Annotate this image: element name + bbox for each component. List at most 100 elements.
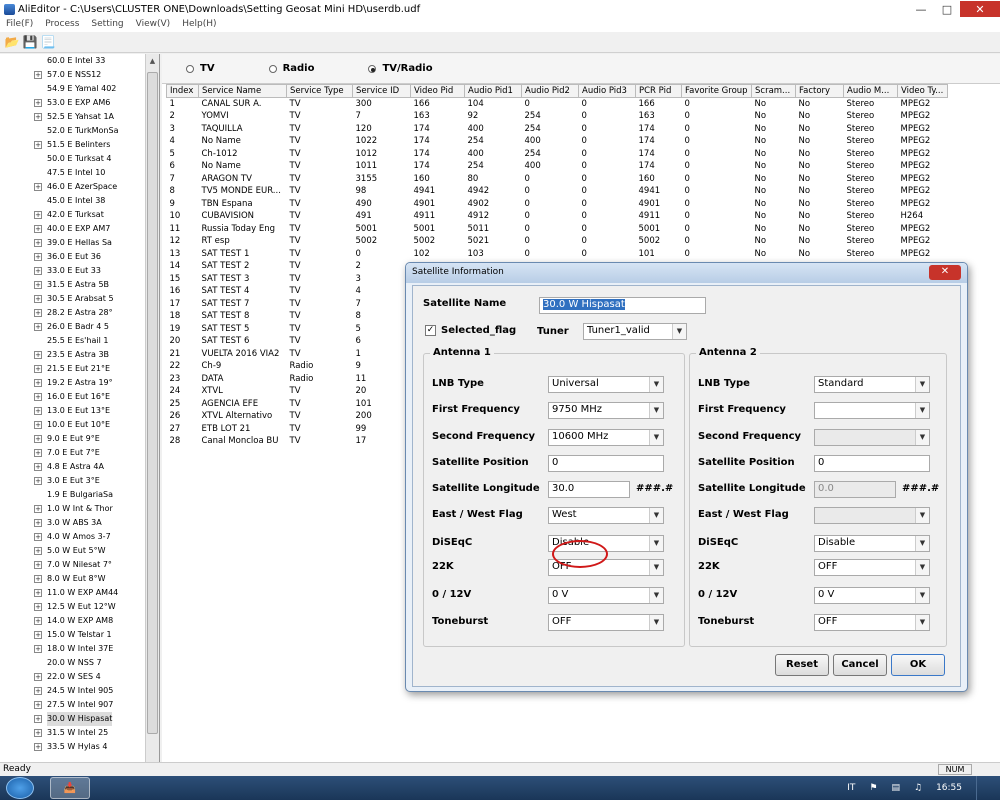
table-row[interactable]: 3 TAQUILLA TV 120 174 400 254 0 174 0 No No Stereo MP… [167, 123, 948, 136]
clock[interactable]: 16:55 [936, 783, 962, 793]
chevron-down-icon[interactable]: ▼ [649, 377, 663, 392]
expand-icon[interactable]: + [34, 211, 42, 219]
expand-icon[interactable]: + [34, 519, 42, 527]
table-row[interactable]: 7 ARAGON TV TV 3155 160 80 0 0 160 0 No No Stereo MPE… [167, 173, 948, 186]
expand-icon[interactable]: + [34, 183, 42, 191]
menu-file[interactable]: File(F) [0, 18, 39, 32]
table-row[interactable]: 6 No Name TV 1011 174 254 400 0 174 0 No No Stereo MP… [167, 160, 948, 173]
start-button[interactable] [6, 777, 34, 799]
tree-item[interactable]: +9.0 E Eut 9°E [0, 432, 159, 446]
reset-button[interactable]: Reset [775, 654, 829, 676]
toneburst-select[interactable]: OFF ▼ [814, 614, 930, 631]
tree-item[interactable]: +42.0 E Turksat [0, 208, 159, 222]
tree-item[interactable]: +30.5 E Arabsat 5 [0, 292, 159, 306]
expand-icon[interactable]: + [34, 743, 42, 751]
tree-item[interactable]: 60.0 E Intel 33 [0, 54, 159, 68]
k22-select[interactable]: OFF ▼ [814, 559, 930, 576]
expand-icon[interactable]: + [34, 309, 42, 317]
expand-icon[interactable]: + [34, 421, 42, 429]
column-header[interactable]: Index [166, 84, 199, 98]
first-freq-select[interactable]: ▼ [814, 402, 930, 419]
v12-select[interactable]: 0 V ▼ [548, 587, 664, 604]
chevron-down-icon[interactable]: ▼ [649, 588, 663, 603]
tree-item[interactable]: +40.0 E EXP AM7 [0, 222, 159, 236]
tree-item[interactable]: +18.0 W Intel 37E [0, 642, 159, 656]
expand-icon[interactable]: + [34, 435, 42, 443]
menu-help[interactable]: Help(H) [176, 18, 222, 32]
tree-item[interactable]: 1.9 E BulgariaSa [0, 488, 159, 502]
expand-icon[interactable]: + [34, 533, 42, 541]
tree-item[interactable]: +3.0 W ABS 3A [0, 516, 159, 530]
tree-item[interactable]: +8.0 W Eut 8°W [0, 572, 159, 586]
flag-icon[interactable]: ⚑ [869, 783, 877, 793]
expand-icon[interactable]: + [34, 589, 42, 597]
tree-item[interactable]: +36.0 E Eut 36 [0, 250, 159, 264]
tree-item[interactable]: +7.0 E Eut 7°E [0, 446, 159, 460]
column-header[interactable]: Audio Pid1 [464, 84, 522, 98]
lnb-type-select[interactable]: Standard ▼ [814, 376, 930, 393]
table-row[interactable]: 12 RT esp TV 5002 5002 5021 0 0 5002 0 No No Stereo M… [167, 235, 948, 248]
expand-icon[interactable]: + [34, 617, 42, 625]
tree-item[interactable]: +30.0 W Hispasat [0, 712, 159, 726]
expand-icon[interactable]: + [34, 267, 42, 275]
expand-icon[interactable]: + [34, 113, 42, 121]
expand-icon[interactable]: + [34, 393, 42, 401]
tree-item[interactable]: 25.5 E Es'hail 1 [0, 334, 159, 348]
maximize-icon[interactable]: □ [934, 1, 960, 17]
tree-item[interactable]: +4.0 W Amos 3-7 [0, 530, 159, 544]
expand-icon[interactable]: + [34, 351, 42, 359]
expand-icon[interactable]: + [34, 673, 42, 681]
radio-radio[interactable]: Radio [268, 63, 314, 74]
column-header[interactable]: Scram... [751, 84, 796, 98]
v12-select[interactable]: 0 V ▼ [814, 587, 930, 604]
ew-select[interactable]: West ▼ [548, 507, 664, 524]
tree-item[interactable]: +31.5 E Astra 5B [0, 278, 159, 292]
chevron-down-icon[interactable]: ▼ [649, 508, 663, 523]
tree-item[interactable]: 47.5 E Intel 10 [0, 166, 159, 180]
tree-item[interactable]: +3.0 E Eut 3°E [0, 474, 159, 488]
radio-tvradio[interactable]: TV/Radio [368, 63, 433, 74]
chevron-down-icon[interactable]: ▼ [649, 615, 663, 630]
tree-item[interactable]: +24.5 W Intel 905 [0, 684, 159, 698]
diseqc-select[interactable]: Disable ▼ [814, 535, 930, 552]
language-indicator[interactable]: IT [847, 783, 855, 793]
tuner-select[interactable]: Tuner1_valid ▼ [583, 323, 687, 340]
column-header[interactable]: Audio Pid2 [521, 84, 579, 98]
table-row[interactable]: 2 YOMVI TV 7 163 92 254 0 163 0 No No Stereo MPEG2 [167, 110, 948, 123]
chevron-down-icon[interactable]: ▼ [915, 403, 929, 418]
expand-icon[interactable]: + [34, 505, 42, 513]
expand-icon[interactable]: + [34, 365, 42, 373]
column-header[interactable]: Favorite Group [681, 84, 752, 98]
expand-icon[interactable]: + [34, 99, 42, 107]
expand-icon[interactable]: + [34, 253, 42, 261]
expand-icon[interactable]: + [34, 701, 42, 709]
close-icon[interactable]: ✕ [960, 1, 1000, 17]
tree-item[interactable]: +12.5 W Eut 12°W [0, 600, 159, 614]
minimize-icon[interactable]: — [908, 1, 934, 17]
expand-icon[interactable]: + [34, 547, 42, 555]
open-folder-icon[interactable]: 📂 [4, 36, 20, 50]
radio-button-icon[interactable] [268, 64, 277, 73]
sat-pos-field[interactable]: 0 [548, 455, 664, 472]
tree-item[interactable]: +53.0 E EXP AM6 [0, 96, 159, 110]
tree-item[interactable]: +16.0 E Eut 16°E [0, 390, 159, 404]
table-row[interactable]: 4 No Name TV 1022 174 254 400 0 174 0 No No Stereo MP… [167, 135, 948, 148]
table-row[interactable]: 13 SAT TEST 1 TV 0 102 103 0 0 101 0 No No Stereo MPE… [167, 248, 948, 261]
expand-icon[interactable]: + [34, 477, 42, 485]
expand-icon[interactable]: + [34, 561, 42, 569]
tree-item[interactable]: +26.0 E Badr 4 5 [0, 320, 159, 334]
expand-icon[interactable]: + [34, 379, 42, 387]
sat-lon-field[interactable]: 30.0 [548, 481, 630, 498]
expand-icon[interactable]: + [34, 323, 42, 331]
tree-item[interactable]: +33.0 E Eut 33 [0, 264, 159, 278]
task-app-button[interactable]: 📥 [50, 777, 90, 799]
radio-button-icon[interactable] [368, 64, 377, 73]
expand-icon[interactable]: + [34, 239, 42, 247]
column-header[interactable]: Video Ty... [897, 84, 948, 98]
table-row[interactable]: 10 CUBAVISION TV 491 4911 4912 0 0 4911 0 No No Ster… [167, 210, 948, 223]
column-header[interactable]: Factory [795, 84, 844, 98]
expand-icon[interactable]: + [34, 645, 42, 653]
expand-icon[interactable]: + [34, 603, 42, 611]
tree-item[interactable]: +14.0 W EXP AM8 [0, 614, 159, 628]
expand-icon[interactable]: + [34, 71, 42, 79]
